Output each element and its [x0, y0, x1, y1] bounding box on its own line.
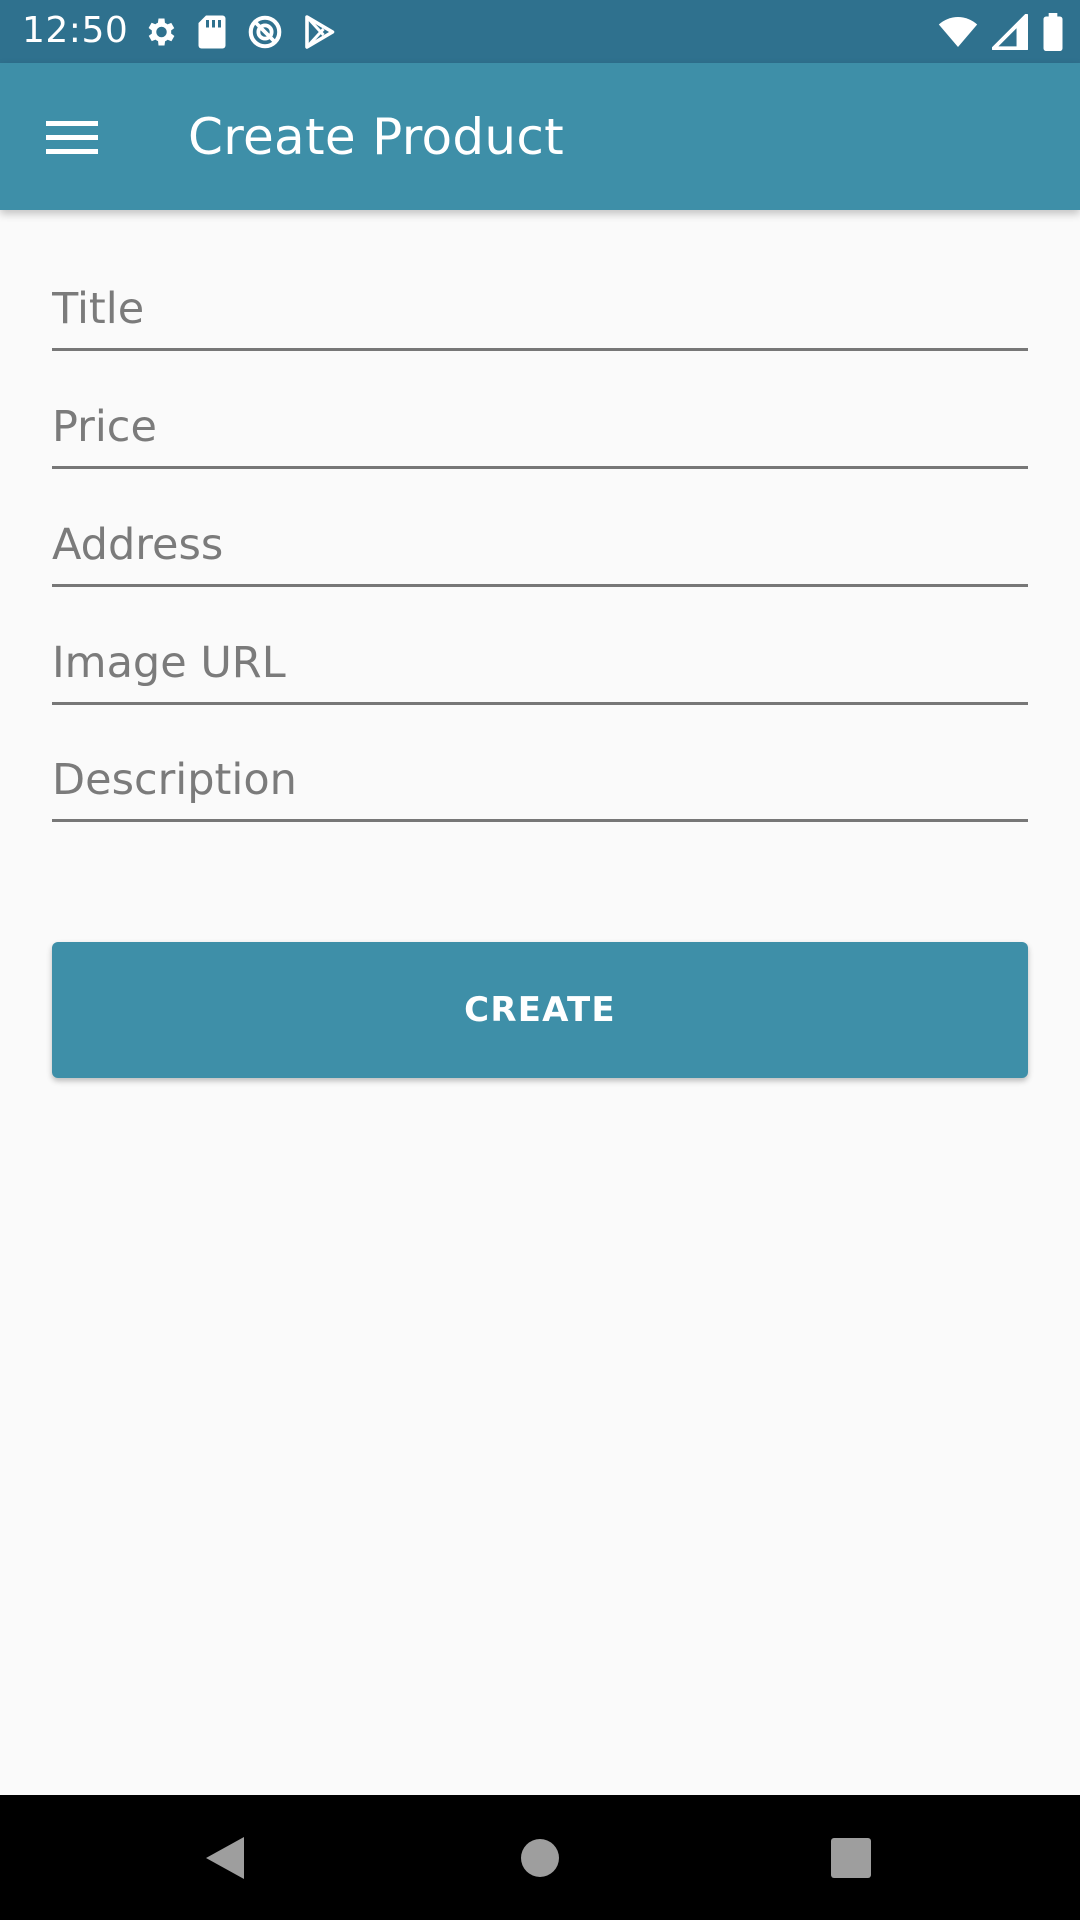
image-url-field-container — [52, 608, 1028, 718]
back-icon — [203, 1835, 247, 1881]
cellular-icon — [992, 14, 1028, 50]
image-url-input-underline — [52, 702, 1028, 705]
title-field-container — [52, 254, 1028, 364]
address-input[interactable] — [52, 490, 1028, 578]
home-icon — [520, 1838, 560, 1878]
menu-button[interactable] — [36, 103, 108, 171]
price-field-container — [52, 372, 1028, 482]
wifi-icon — [938, 14, 978, 50]
create-button[interactable]: CREATE — [52, 942, 1028, 1078]
nav-back-button[interactable] — [192, 1825, 258, 1891]
recents-icon — [831, 1838, 871, 1878]
address-field-container — [52, 490, 1028, 600]
nav-recents-button[interactable] — [818, 1825, 884, 1891]
image-url-input[interactable] — [52, 608, 1028, 696]
app-bar: Create Product — [0, 63, 1080, 210]
title-input-underline — [52, 348, 1028, 351]
settings-icon — [142, 14, 178, 50]
nav-home-button[interactable] — [507, 1825, 573, 1891]
description-field-container — [52, 725, 1028, 835]
title-input[interactable] — [52, 254, 1028, 342]
system-navigation-bar — [0, 1795, 1080, 1920]
status-bar: 12:50 — [0, 0, 1080, 63]
address-input-underline — [52, 584, 1028, 587]
price-input[interactable] — [52, 372, 1028, 460]
page-title: Create Product — [188, 108, 565, 166]
description-input[interactable] — [52, 725, 1028, 813]
battery-icon — [1042, 13, 1064, 51]
play-store-icon — [302, 14, 336, 50]
create-product-screen: 12:50 Create Product Title Price Address… — [0, 0, 1080, 1920]
hamburger-menu-icon — [46, 118, 98, 156]
price-input-underline — [52, 466, 1028, 469]
status-time: 12:50 — [22, 10, 129, 51]
status-left-icons — [142, 12, 336, 52]
description-input-underline — [52, 819, 1028, 822]
status-right-icons — [938, 10, 1064, 54]
sd-card-icon — [196, 14, 228, 50]
vpn-icon — [246, 13, 284, 51]
